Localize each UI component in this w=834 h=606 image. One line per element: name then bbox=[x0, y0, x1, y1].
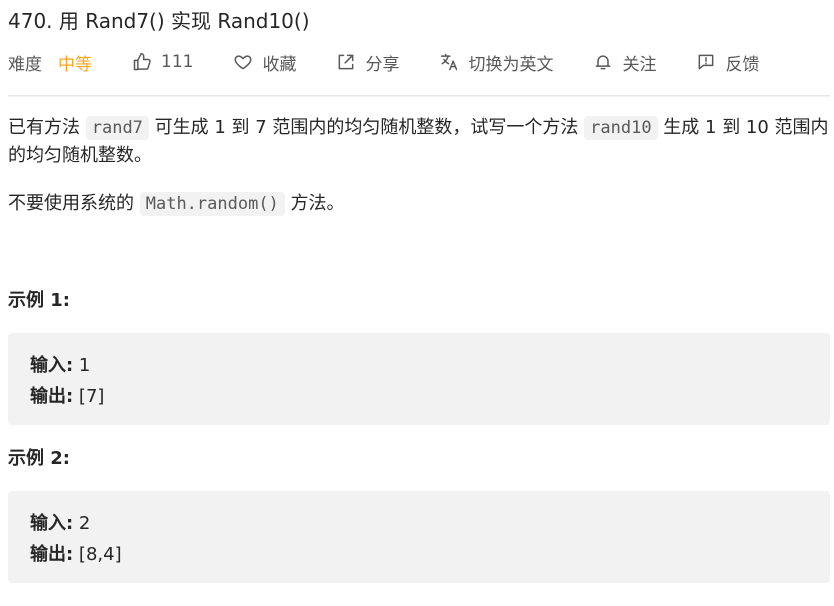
input-value: 1 bbox=[73, 355, 91, 376]
description-paragraph-2: 不要使用系统的 Math.random() 方法。 bbox=[8, 190, 830, 218]
description-text: 可生成 1 到 7 范围内的均匀随机整数，试写一个方法 bbox=[148, 117, 585, 138]
description-text: 不要使用系统的 bbox=[8, 193, 140, 214]
header-divider bbox=[8, 95, 830, 96]
inline-code-rand7: rand7 bbox=[85, 116, 149, 140]
bell-icon bbox=[593, 52, 613, 72]
share-label: 分享 bbox=[365, 54, 400, 75]
example-1-block: 输入: 1 输出: [7] bbox=[8, 333, 830, 425]
favorite-label: 收藏 bbox=[262, 54, 297, 75]
output-value: [7] bbox=[73, 386, 105, 407]
feedback-label: 反馈 bbox=[725, 54, 760, 75]
output-value: [8,4] bbox=[73, 544, 122, 565]
translate-icon bbox=[439, 52, 459, 72]
example-1-output-line: 输出: [7] bbox=[30, 381, 808, 412]
output-label: 输出: bbox=[30, 386, 74, 407]
example-1-title: 示例 1: bbox=[8, 290, 70, 311]
input-value: 2 bbox=[73, 513, 91, 534]
share-icon bbox=[336, 52, 356, 72]
input-label: 输入: bbox=[30, 513, 74, 534]
difficulty-value: 中等 bbox=[58, 54, 92, 75]
translate-label: 切换为英文 bbox=[468, 54, 554, 75]
problem-description: 已有方法 rand7 可生成 1 到 7 范围内的均匀随机整数，试写一个方法 r… bbox=[8, 114, 830, 218]
inline-code-rand10: rand10 bbox=[584, 116, 658, 140]
input-label: 输入: bbox=[30, 355, 74, 376]
favorite-button[interactable]: 收藏 bbox=[233, 46, 296, 78]
description-paragraph-1: 已有方法 rand7 可生成 1 到 7 范围内的均匀随机整数，试写一个方法 r… bbox=[8, 114, 830, 170]
example-1-input-line: 输入: 1 bbox=[30, 350, 808, 381]
difficulty: 难度 中等 bbox=[8, 46, 92, 78]
feedback-icon bbox=[696, 52, 716, 72]
example-2-output-line: 输出: [8,4] bbox=[30, 539, 808, 570]
like-count: 111 bbox=[161, 52, 194, 72]
problem-toolbar: 难度 中等 111 收藏 分享 切换为英文 关注 反馈 bbox=[8, 46, 759, 78]
translate-button[interactable]: 切换为英文 bbox=[439, 46, 553, 78]
heart-icon bbox=[233, 52, 253, 72]
description-text: 已有方法 bbox=[8, 117, 86, 138]
like-button[interactable]: 111 bbox=[132, 46, 193, 78]
inline-code-math-random: Math.random() bbox=[139, 192, 285, 216]
problem-title: 470. 用 Rand7() 实现 Rand10() bbox=[8, 9, 310, 33]
share-button[interactable]: 分享 bbox=[336, 46, 399, 78]
example-2-block: 输入: 2 输出: [8,4] bbox=[8, 491, 830, 583]
difficulty-label: 难度 bbox=[8, 54, 42, 75]
description-text: 方法。 bbox=[284, 193, 345, 214]
feedback-button[interactable]: 反馈 bbox=[696, 46, 759, 78]
follow-label: 关注 bbox=[622, 54, 657, 75]
follow-button[interactable]: 关注 bbox=[593, 46, 656, 78]
thumbs-up-icon bbox=[132, 52, 152, 72]
example-2-title: 示例 2: bbox=[8, 448, 70, 469]
output-label: 输出: bbox=[30, 544, 74, 565]
example-2-input-line: 输入: 2 bbox=[30, 508, 808, 539]
